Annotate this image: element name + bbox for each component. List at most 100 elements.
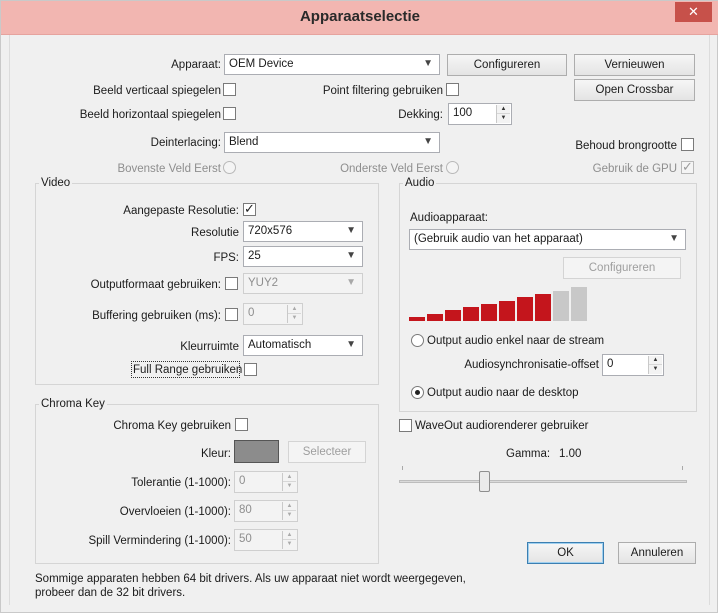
chevron-down-icon: ▼ [346,250,356,261]
meter-bar [409,317,425,321]
chevron-down-icon: ▼ [423,58,433,69]
spin-up-icon[interactable]: ▲ [283,502,296,511]
footer-line-2: probeer dan de 32 bit drivers. [35,587,186,599]
chroma-use-checkbox[interactable] [235,418,248,431]
meter-bar [481,303,497,321]
colorspace-select[interactable]: Automatisch ▼ [243,335,363,356]
resolution-value: 720x576 [248,225,293,237]
audio-device-select[interactable]: (Gebruik audio van het apparaat) ▼ [409,229,686,250]
waveout-label: WaveOut audiorenderer gebruiker [415,420,589,432]
gamma-slider-track[interactable] [399,480,687,483]
chroma-use-label: Chroma Key gebruiken [113,420,231,432]
deinterlace-select[interactable]: Blend ▼ [224,132,440,153]
spin-up-icon[interactable]: ▲ [288,305,301,314]
blend-stepper[interactable]: 80 ▲ ▼ [234,500,298,522]
fps-label: FPS: [213,252,239,264]
gamma-slider-thumb[interactable] [479,471,491,492]
stepper-arrows: ▲ ▼ [648,356,662,374]
tolerance-stepper[interactable]: 0 ▲ ▼ [234,471,298,493]
video-group-title: Video [39,176,73,190]
tolerance-value: 0 [239,475,246,487]
waveout-checkbox[interactable] [399,419,412,432]
slider-tick [402,466,403,470]
flip-vertical-label: Beeld verticaal spiegelen [93,85,221,97]
dialog-window: Apparaatselectie ✕ Apparaat: OEM Device … [0,0,718,613]
gamma-label: Gamma: [506,448,551,460]
checkmark-icon: ✓ [682,159,693,174]
buffering-stepper[interactable]: 0 ▲ ▼ [243,303,303,325]
spin-down-icon[interactable]: ▼ [497,114,510,123]
device-select[interactable]: OEM Device ▼ [224,54,440,75]
stream-only-radio[interactable] [411,334,424,347]
spin-up-icon[interactable]: ▲ [283,531,296,540]
spill-value: 50 [239,533,252,545]
fps-select[interactable]: 25 ▼ [243,246,363,267]
footer-line-1: Sommige apparaten hebben 64 bit drivers.… [35,573,466,585]
use-gpu-checkbox[interactable]: ✓ [681,159,694,174]
open-crossbar-button[interactable]: Open Crossbar [574,79,695,101]
bottom-field-radio[interactable] [446,161,459,174]
desktop-output-label: Output audio naar de desktop [427,387,579,399]
spin-down-icon[interactable]: ▼ [283,482,296,491]
audio-group-title: Audio [403,176,437,190]
buffering-checkbox[interactable] [225,308,238,321]
chevron-down-icon: ▼ [669,233,679,244]
output-format-select[interactable]: YUY2 ▼ [243,273,363,294]
audio-device-label: Audioapparaat: [410,212,489,224]
audio-device-value: (Gebruik audio van het apparaat) [414,233,583,245]
configure-audio-button[interactable]: Configureren [563,257,681,279]
opacity-label: Dekking: [398,109,443,121]
flip-horizontal-label: Beeld horizontaal spiegelen [79,109,221,121]
resolution-select[interactable]: 720x576 ▼ [243,221,363,242]
chevron-down-icon: ▼ [346,339,356,350]
point-filter-label: Point filtering gebruiken [322,85,443,97]
buffering-value: 0 [248,307,255,319]
blend-label: Overvloeien (1-1000): [119,506,231,518]
full-range-checkbox[interactable] [244,363,257,376]
output-format-checkbox[interactable] [225,277,238,290]
top-field-radio[interactable] [223,161,236,174]
chevron-down-icon: ▼ [423,136,433,147]
meter-bar [535,293,551,321]
sync-offset-label: Audiosynchronisatie-offset [464,359,599,371]
spin-up-icon[interactable]: ▲ [649,356,662,365]
spin-down-icon[interactable]: ▼ [283,511,296,520]
checkmark-icon: ✓ [244,201,255,216]
meter-bar [517,297,533,321]
meter-bar [463,307,479,321]
dialog-title: Apparaatselectie [299,8,421,25]
custom-resolution-checkbox[interactable]: ✓ [243,201,256,216]
ok-button[interactable]: OK [527,542,604,564]
flip-horizontal-checkbox[interactable] [223,107,236,120]
spin-up-icon[interactable]: ▲ [283,473,296,482]
stepper-arrows: ▲ ▼ [282,473,296,491]
spin-up-icon[interactable]: ▲ [497,105,510,114]
cancel-button[interactable]: Annuleren [618,542,696,564]
deinterlace-value: Blend [229,136,259,148]
refresh-button[interactable]: Vernieuwen [574,54,695,76]
bottom-field-label: Onderste Veld Eerst [340,163,443,175]
configure-device-button[interactable]: Configureren [447,54,567,76]
output-format-label: Outputformaat gebruiken: [90,279,221,291]
desktop-output-radio[interactable] [411,386,424,399]
close-button[interactable]: ✕ [675,2,712,22]
custom-resolution-label: Aangepaste Resolutie: [123,205,239,217]
keep-size-checkbox[interactable] [681,138,694,151]
sync-offset-stepper[interactable]: 0 ▲ ▼ [602,354,664,376]
point-filter-checkbox[interactable] [446,83,459,96]
spin-down-icon[interactable]: ▼ [649,365,662,374]
stepper-arrows: ▲ ▼ [287,305,301,323]
chevron-down-icon: ▼ [346,225,356,236]
spin-down-icon[interactable]: ▼ [288,314,301,323]
opacity-stepper[interactable]: 100 ▲ ▼ [448,103,512,125]
flip-vertical-checkbox[interactable] [223,83,236,96]
chroma-color-swatch[interactable] [234,440,279,463]
tolerance-label: Tolerantie (1-1000): [131,477,231,489]
select-color-button[interactable]: Selecteer [288,441,366,463]
stepper-arrows: ▲ ▼ [282,502,296,520]
chroma-key-group-title: Chroma Key [39,397,107,411]
spill-stepper[interactable]: 50 ▲ ▼ [234,529,298,551]
spin-down-icon[interactable]: ▼ [283,540,296,549]
chevron-down-icon: ▼ [346,277,356,288]
title-bar[interactable]: Apparaatselectie ✕ [1,1,718,35]
